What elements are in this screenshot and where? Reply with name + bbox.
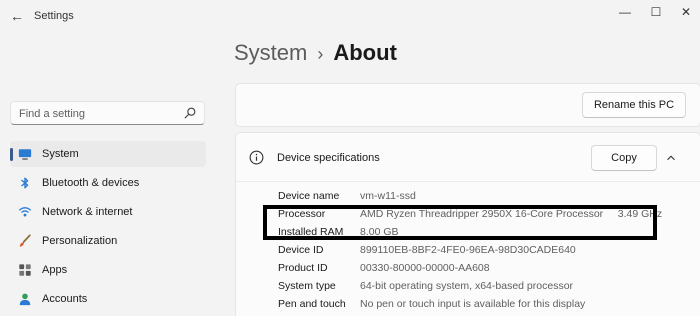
- spec-value: 00330-80000-00000-AA608: [360, 262, 490, 274]
- sidebar-item-bluetooth[interactable]: Bluetooth & devices: [10, 170, 206, 196]
- highlight-annotation-box: [263, 205, 657, 240]
- spec-value: vm-w11-ssd: [360, 190, 416, 202]
- spec-row-product-id: Product ID 00330-80000-00000-AA608: [278, 262, 698, 278]
- spec-key: Device name: [278, 190, 340, 202]
- account-icon: [19, 293, 31, 306]
- sidebar-item-network[interactable]: Network & internet: [10, 199, 206, 225]
- spec-value: No pen or touch input is available for t…: [360, 298, 586, 310]
- bluetooth-icon: [21, 177, 29, 189]
- search-icon: [184, 107, 196, 119]
- copy-button[interactable]: Copy: [591, 145, 657, 171]
- maximize-button[interactable]: ☐: [645, 4, 667, 20]
- spec-row-device-id: Device ID 899110EB-8BF2-4FE0-96EA-98D30C…: [278, 244, 698, 260]
- sidebar-item-accounts[interactable]: Accounts: [10, 286, 206, 312]
- selection-indicator: [10, 148, 13, 161]
- spec-key: Product ID: [278, 262, 328, 274]
- title-bar: ← Settings — ☐ ✕: [0, 0, 700, 34]
- rename-pc-card: Rename this PC: [235, 83, 700, 127]
- sidebar-item-label: Bluetooth & devices: [42, 177, 140, 189]
- sidebar-item-apps[interactable]: Apps: [10, 257, 206, 283]
- brush-icon: [19, 234, 31, 247]
- close-button[interactable]: ✕: [675, 4, 697, 20]
- wifi-icon: [18, 207, 32, 217]
- spec-row-device-name: Device name vm-w11-ssd: [278, 190, 698, 206]
- spec-key: Device ID: [278, 244, 324, 256]
- sidebar-item-personalization[interactable]: Personalization: [10, 228, 206, 254]
- chevron-up-icon[interactable]: [664, 151, 678, 165]
- minimize-button[interactable]: —: [614, 4, 636, 20]
- apps-icon: [19, 264, 31, 276]
- sidebar-item-label: System: [42, 148, 79, 160]
- sidebar-item-system[interactable]: System: [10, 141, 206, 167]
- breadcrumb: System › About: [234, 40, 397, 66]
- breadcrumb-parent[interactable]: System: [234, 40, 307, 65]
- app-title: Settings: [34, 10, 74, 22]
- search-placeholder: Find a setting: [19, 108, 86, 120]
- sidebar-item-label: Personalization: [42, 235, 118, 247]
- info-icon: [249, 150, 264, 165]
- back-arrow-icon[interactable]: ←: [6, 5, 28, 27]
- device-specifications-header[interactable]: Device specifications Copy: [236, 133, 700, 182]
- rename-pc-button[interactable]: Rename this PC: [582, 92, 686, 118]
- section-title: Device specifications: [277, 152, 380, 164]
- spec-value: 899110EB-8BF2-4FE0-96EA-98D30CADE640: [360, 244, 576, 256]
- monitor-icon: [18, 149, 32, 160]
- spec-row-pen-and-touch: Pen and touch No pen or touch input is a…: [278, 298, 698, 314]
- sidebar-item-label: Apps: [42, 264, 68, 276]
- search-input[interactable]: Find a setting: [10, 101, 205, 125]
- spec-key: System type: [278, 280, 336, 292]
- page-title: About: [333, 40, 397, 65]
- spec-value: 64-bit operating system, x64-based proce…: [360, 280, 574, 292]
- sidebar-item-label: Accounts: [42, 293, 88, 305]
- sidebar-item-label: Network & internet: [42, 206, 133, 218]
- spec-row-system-type: System type 64-bit operating system, x64…: [278, 280, 698, 296]
- breadcrumb-separator: ›: [317, 44, 324, 64]
- spec-key: Pen and touch: [278, 298, 346, 310]
